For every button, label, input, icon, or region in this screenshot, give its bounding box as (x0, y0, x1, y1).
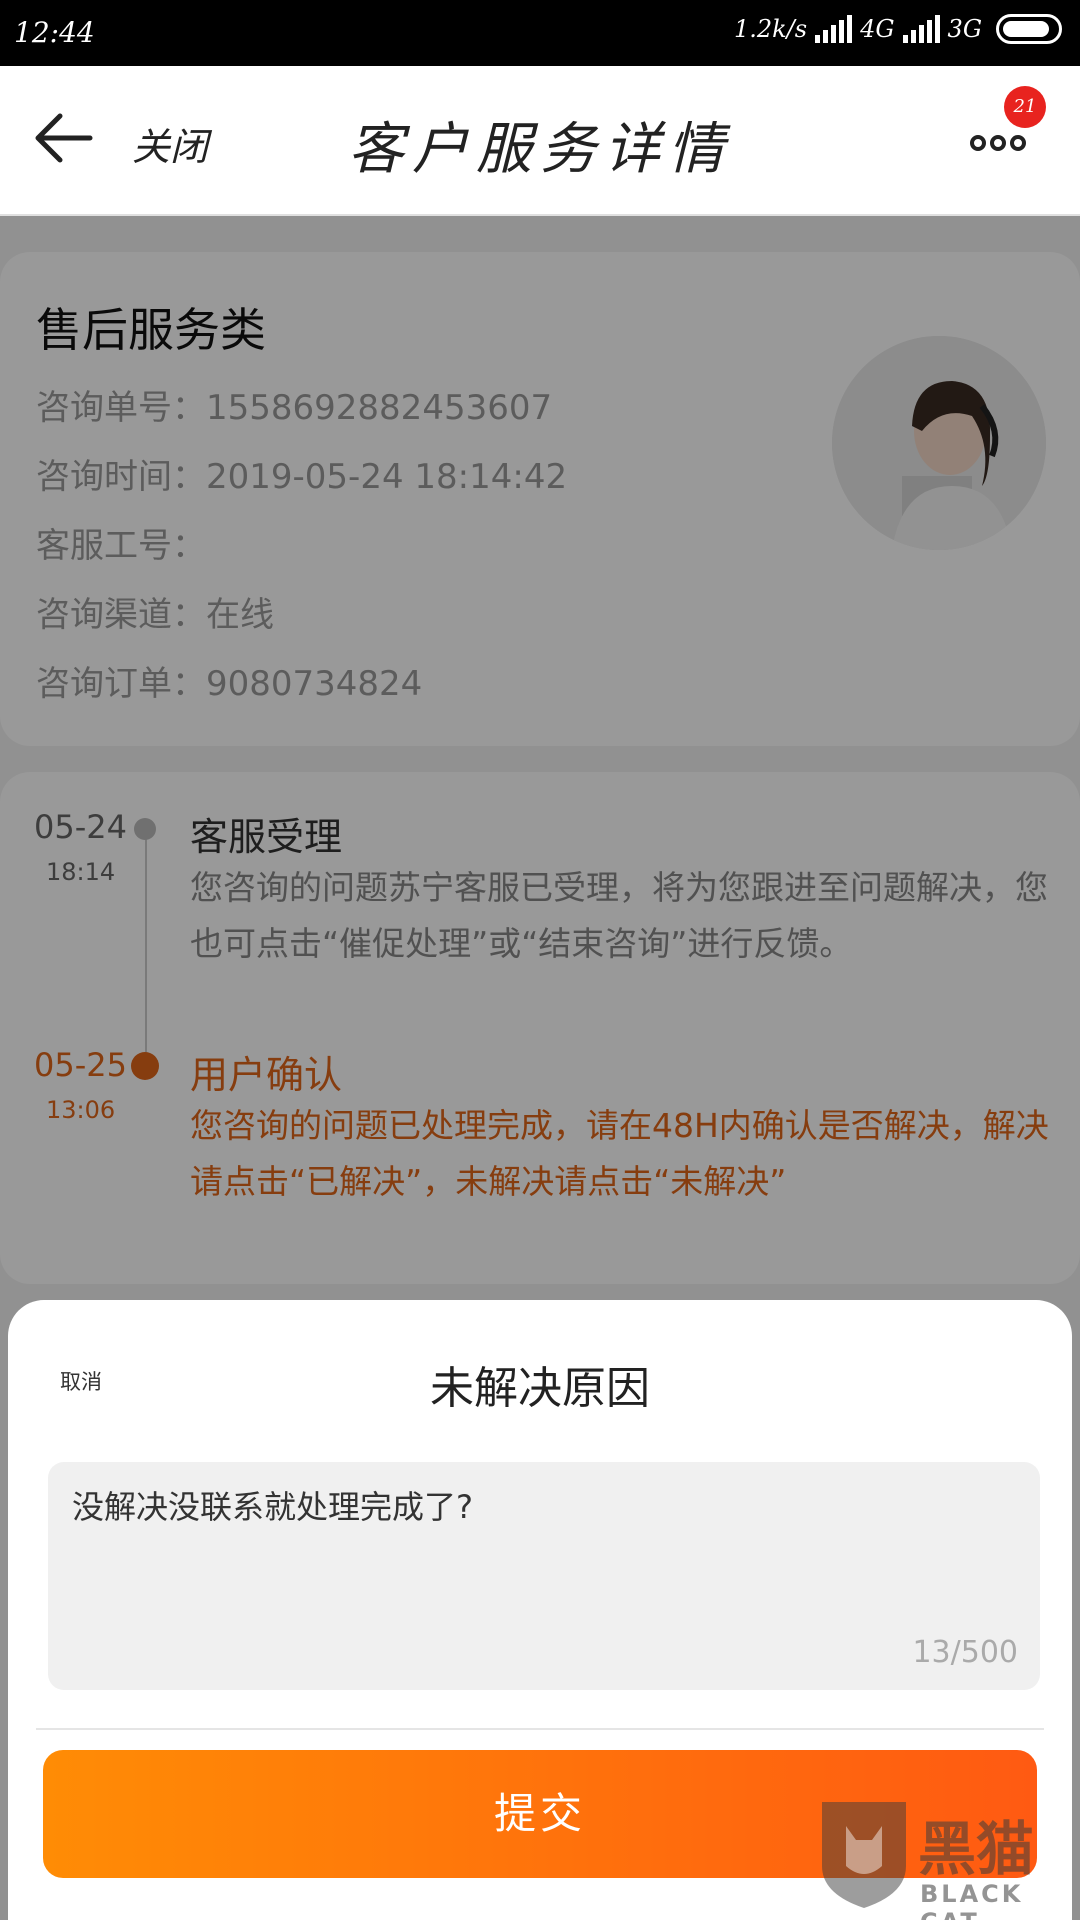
status-time: 12:44 (14, 16, 95, 49)
more-icon[interactable] (970, 128, 1030, 158)
network-type-3g: 3G (947, 15, 982, 43)
char-count: 13/500 (912, 1635, 1018, 1670)
signal-icon-2 (902, 15, 940, 43)
watermark-subtext: BLACK CAT (920, 1880, 1024, 1920)
network-type-4g: 4G (860, 15, 895, 43)
nav-bar: 关闭 客户服务详情 21 (0, 66, 1080, 216)
sheet-title: 未解决原因 (430, 1363, 650, 1414)
watermark: 黑猫 BLACK CAT (816, 1796, 1076, 1920)
divider (36, 1728, 1044, 1730)
reason-text: 没解决没联系就处理完成了? (72, 1488, 473, 1526)
status-bar: 12:44 1.2k/s 4G 3G (0, 0, 1080, 66)
battery-icon (996, 14, 1062, 44)
network-speed: 1.2k/s (733, 15, 808, 43)
message-badge: 21 (1004, 86, 1046, 128)
black-cat-logo-icon (822, 1802, 906, 1908)
watermark-text: 黑猫 (918, 1815, 1035, 1883)
status-indicators: 1.2k/s 4G 3G (734, 14, 1062, 44)
page-title: 客户服务详情 (348, 117, 732, 182)
signal-icon (815, 15, 853, 43)
reason-textarea[interactable]: 没解决没联系就处理完成了? 13/500 (48, 1462, 1040, 1690)
